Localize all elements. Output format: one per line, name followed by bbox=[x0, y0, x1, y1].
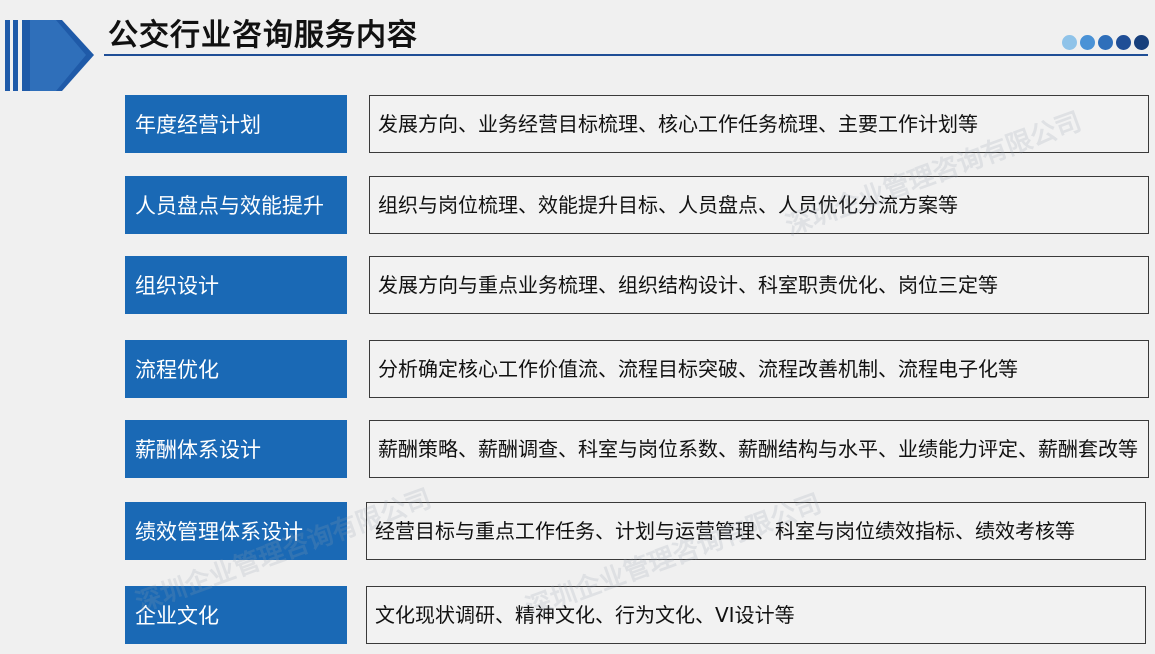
service-description: 发展方向与重点业务梳理、组织结构设计、科室职责优化、岗位三定等 bbox=[369, 256, 1149, 314]
service-label: 人员盘点与效能提升 bbox=[125, 176, 347, 234]
service-label: 年度经营计划 bbox=[125, 95, 347, 153]
service-row: 薪酬体系设计 薪酬策略、薪酬调查、科室与岗位系数、薪酬结构与水平、业绩能力评定、… bbox=[125, 420, 1149, 478]
service-label: 薪酬体系设计 bbox=[125, 420, 347, 478]
header-logo-mark bbox=[5, 20, 94, 91]
dot-5 bbox=[1134, 35, 1149, 50]
service-row: 企业文化 文化现状调研、精神文化、行为文化、VI设计等 bbox=[125, 586, 1149, 644]
service-row: 绩效管理体系设计 经营目标与重点工作任务、计划与运营管理、科室与岗位绩效指标、绩… bbox=[125, 502, 1149, 560]
dot-4 bbox=[1116, 35, 1131, 50]
dot-2 bbox=[1080, 35, 1095, 50]
service-label: 企业文化 bbox=[125, 586, 347, 644]
service-description: 分析确定核心工作价值流、流程目标突破、流程改善机制、流程电子化等 bbox=[369, 340, 1149, 398]
service-description: 薪酬策略、薪酬调查、科室与岗位系数、薪酬结构与水平、业绩能力评定、薪酬套改等 bbox=[369, 420, 1149, 478]
service-row: 人员盘点与效能提升 组织与岗位梳理、效能提升目标、人员盘点、人员优化分流方案等 bbox=[125, 176, 1149, 234]
service-description: 经营目标与重点工作任务、计划与运营管理、科室与岗位绩效指标、绩效考核等 bbox=[366, 502, 1146, 560]
service-label: 流程优化 bbox=[125, 340, 347, 398]
title-divider bbox=[104, 54, 1148, 56]
dot-3 bbox=[1098, 35, 1113, 50]
service-row: 年度经营计划 发展方向、业务经营目标梳理、核心工作任务梳理、主要工作计划等 bbox=[125, 95, 1149, 153]
service-label: 组织设计 bbox=[125, 256, 347, 314]
page-title: 公交行业咨询服务内容 bbox=[108, 18, 418, 53]
service-row: 组织设计 发展方向与重点业务梳理、组织结构设计、科室职责优化、岗位三定等 bbox=[125, 256, 1149, 314]
dot-1 bbox=[1062, 35, 1077, 50]
service-description: 组织与岗位梳理、效能提升目标、人员盘点、人员优化分流方案等 bbox=[369, 176, 1149, 234]
service-row: 流程优化 分析确定核心工作价值流、流程目标突破、流程改善机制、流程电子化等 bbox=[125, 340, 1149, 398]
decorative-dots bbox=[1062, 35, 1149, 51]
service-description: 发展方向、业务经营目标梳理、核心工作任务梳理、主要工作计划等 bbox=[369, 95, 1149, 153]
service-label: 绩效管理体系设计 bbox=[125, 502, 347, 560]
service-description: 文化现状调研、精神文化、行为文化、VI设计等 bbox=[366, 586, 1146, 644]
